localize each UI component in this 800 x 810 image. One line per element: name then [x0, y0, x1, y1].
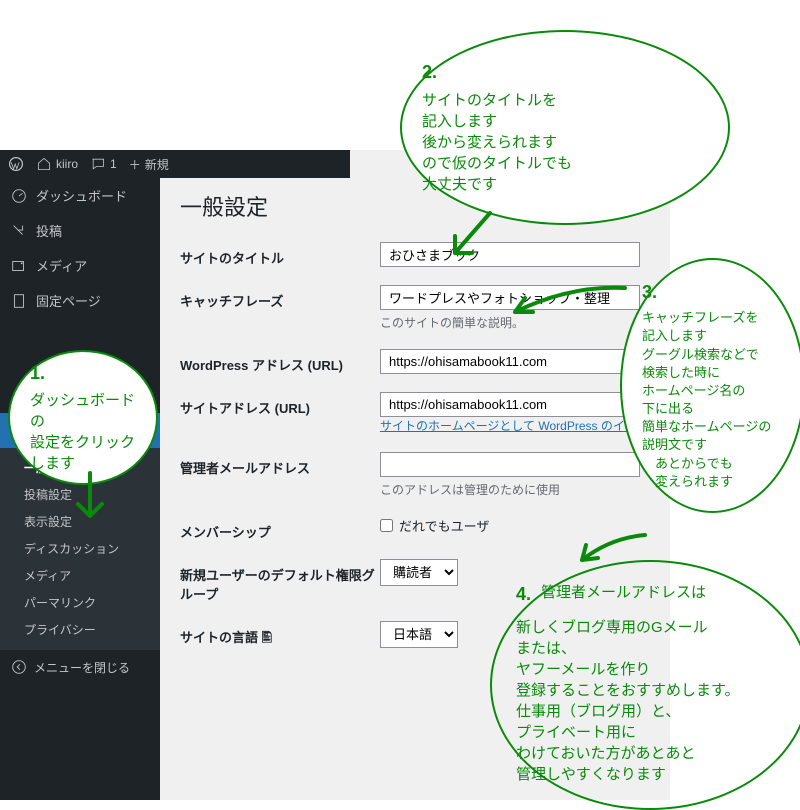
submenu-media[interactable]: メディア	[0, 562, 160, 589]
label-tagline: キャッチフレーズ	[180, 285, 380, 310]
submenu-permalink[interactable]: パーマリンク	[0, 589, 160, 616]
admin-toolbar: kiiro 1 ＋ 新規	[0, 150, 350, 178]
arrow-2	[440, 208, 500, 268]
desc-admin-email: このアドレスは管理のために使用	[380, 481, 650, 498]
label-default-role: 新規ユーザーのデフォルト権限グループ	[180, 559, 380, 603]
checkbox-membership[interactable]	[380, 519, 393, 532]
link-site-url-help[interactable]: サイトのホームページとして WordPress のイン	[380, 417, 650, 434]
sidebar-item-media[interactable]: メディア	[0, 248, 160, 283]
select-language[interactable]: 日本語	[380, 621, 458, 648]
row-site-title: サイトのタイトル	[180, 242, 650, 267]
submenu-privacy[interactable]: プライバシー	[0, 616, 160, 643]
arrow-3	[500, 280, 630, 325]
annotation-3: 3. キャッチフレーズを 記入します グーグル検索などで 検索した時に ホームペ…	[620, 258, 800, 513]
input-admin-email[interactable]	[380, 452, 640, 477]
translate-icon: 🖺	[262, 630, 272, 645]
select-default-role[interactable]: 購読者	[380, 559, 458, 586]
label-admin-email: 管理者メールアドレス	[180, 452, 380, 477]
label-site-url: サイトアドレス (URL)	[180, 392, 380, 417]
annotation-4: 4.管理者メールアドレスは 新しくブログ専用のGメール または、 ヤフーメールを…	[490, 560, 800, 810]
new-menu[interactable]: ＋ 新規	[129, 156, 169, 173]
input-site-url[interactable]	[380, 392, 640, 417]
input-wp-url[interactable]	[380, 349, 640, 374]
sidebar-item-posts[interactable]: 投稿	[0, 213, 160, 248]
checkbox-membership-label: だれでもユーザ	[399, 516, 489, 535]
input-site-title[interactable]	[380, 242, 640, 267]
row-wp-url: WordPress アドレス (URL)	[180, 349, 650, 374]
arrow-1	[70, 468, 110, 528]
label-site-title: サイトのタイトル	[180, 242, 380, 267]
row-site-url: サイトアドレス (URL) サイトのホームページとして WordPress のイ…	[180, 392, 650, 434]
sidebar-item-dashboard[interactable]: ダッシュボード	[0, 178, 160, 213]
comments-menu[interactable]: 1	[90, 156, 117, 172]
row-admin-email: 管理者メールアドレス このアドレスは管理のために使用	[180, 452, 650, 498]
site-menu[interactable]: kiiro	[36, 156, 78, 172]
label-wp-url: WordPress アドレス (URL)	[180, 349, 380, 374]
sidebar-item-pages[interactable]: 固定ページ	[0, 283, 160, 318]
label-membership: メンバーシップ	[180, 516, 380, 541]
annotation-2: 2. サイトのタイトルを 記入します 後から変えられます ので仮のタイトルでも …	[400, 30, 730, 225]
submenu-discussion[interactable]: ディスカッション	[0, 535, 160, 562]
label-language: サイトの言語 🖺	[180, 621, 380, 651]
annotation-1: 1. ダッシュボードの 設定をクリック します	[8, 350, 158, 485]
arrow-4	[570, 530, 650, 575]
collapse-menu[interactable]: メニューを閉じる	[0, 649, 160, 684]
wp-logo-icon[interactable]	[8, 156, 24, 172]
